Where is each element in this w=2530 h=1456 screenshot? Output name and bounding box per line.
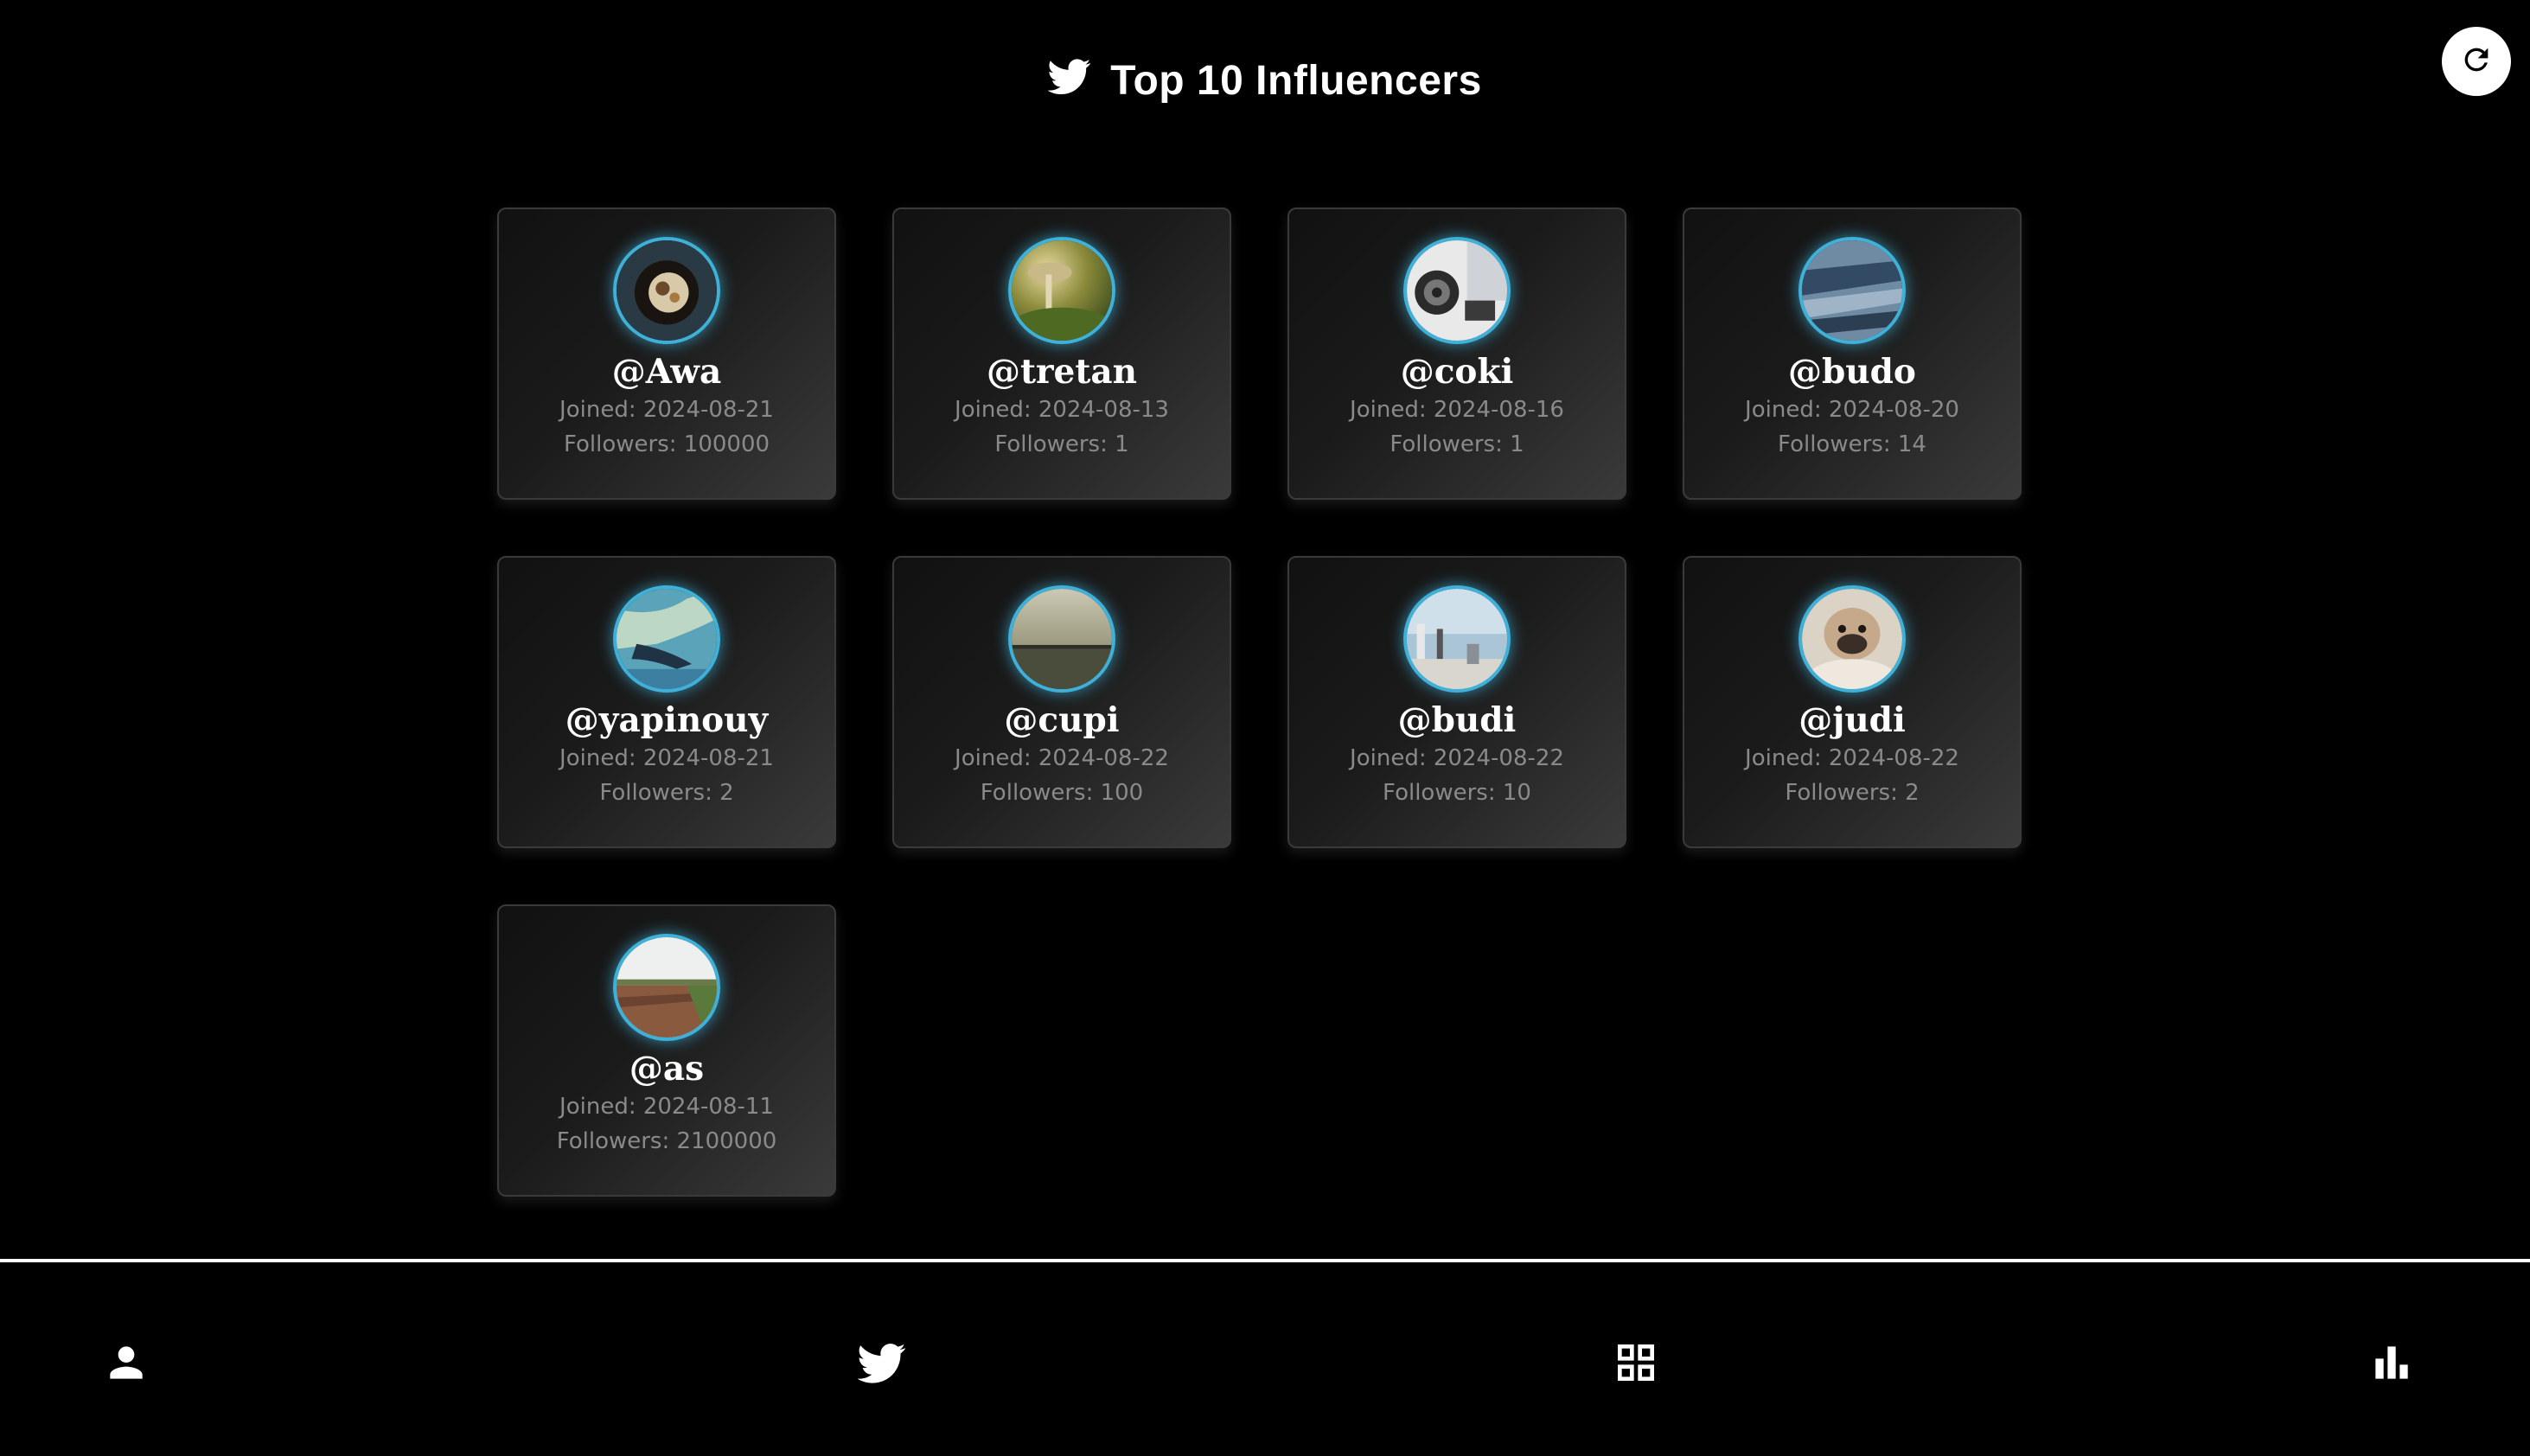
avatar: [613, 237, 720, 344]
nav-dashboard-button[interactable]: [1610, 1338, 1662, 1390]
page-header: Top 10 Influencers: [0, 45, 2530, 107]
followers-count: Followers: 100: [980, 780, 1144, 806]
influencer-handle: @judi: [1798, 700, 1906, 740]
followers-count: Followers: 2: [1785, 780, 1920, 806]
influencer-card[interactable]: @coki Joined: 2024-08-16 Followers: 1: [1287, 208, 1626, 500]
followers-count: Followers: 14: [1778, 431, 1926, 457]
joined-date: Joined: 2024-08-21: [559, 745, 774, 771]
influencer-handle: @cupi: [1004, 700, 1120, 740]
followers-count: Followers: 2: [599, 780, 734, 806]
influencer-card[interactable]: @budi Joined: 2024-08-22 Followers: 10: [1287, 556, 1626, 848]
influencer-card[interactable]: @judi Joined: 2024-08-22 Followers: 2: [1683, 556, 2022, 848]
page-title: Top 10 Influencers: [1110, 57, 1482, 104]
refresh-button[interactable]: [2442, 27, 2511, 96]
influencer-card[interactable]: @yapinouy Joined: 2024-08-21 Followers: …: [497, 556, 836, 848]
avatar: [613, 585, 720, 693]
influencer-card[interactable]: @tretan Joined: 2024-08-13 Followers: 1: [892, 208, 1231, 500]
avatar: [1798, 585, 1906, 693]
followers-count: Followers: 1: [1390, 431, 1524, 457]
influencer-grid: @Awa Joined: 2024-08-21 Followers: 10000…: [497, 208, 2023, 1197]
joined-date: Joined: 2024-08-22: [955, 745, 1169, 771]
person-icon: [102, 1338, 150, 1391]
influencer-handle: @budo: [1788, 352, 1916, 392]
joined-date: Joined: 2024-08-21: [559, 397, 774, 423]
twitter-bird-icon: [1047, 54, 1091, 98]
followers-count: Followers: 10: [1383, 780, 1531, 806]
nav-stats-button[interactable]: [2366, 1338, 2418, 1390]
avatar: [1798, 237, 1906, 344]
bottom-nav: [0, 1262, 2530, 1456]
avatar: [1403, 237, 1511, 344]
joined-date: Joined: 2024-08-22: [1350, 745, 1564, 771]
followers-count: Followers: 2100000: [556, 1128, 777, 1154]
influencer-handle: @tretan: [986, 352, 1137, 392]
nav-tweets-button[interactable]: [856, 1338, 908, 1390]
twitter-bird-icon: [857, 1338, 906, 1391]
influencer-card[interactable]: @as Joined: 2024-08-11 Followers: 210000…: [497, 904, 836, 1197]
influencer-card[interactable]: @Awa Joined: 2024-08-21 Followers: 10000…: [497, 208, 836, 500]
followers-count: Followers: 1: [994, 431, 1129, 457]
grid-icon: [1612, 1338, 1660, 1391]
avatar: [613, 934, 720, 1041]
influencer-handle: @Awa: [611, 352, 722, 392]
joined-date: Joined: 2024-08-16: [1350, 397, 1564, 423]
influencer-handle: @coki: [1400, 352, 1514, 392]
joined-date: Joined: 2024-08-20: [1745, 397, 1959, 423]
avatar: [1008, 237, 1115, 344]
influencer-card[interactable]: @budo Joined: 2024-08-20 Followers: 14: [1683, 208, 2022, 500]
app-page: Top 10 Influencers @Awa Joined: 2024-08-…: [0, 0, 2530, 1456]
bar-chart-icon: [2367, 1338, 2416, 1391]
influencer-handle: @yapinouy: [565, 700, 769, 740]
joined-date: Joined: 2024-08-11: [559, 1094, 774, 1120]
avatar: [1008, 585, 1115, 693]
nav-profile-button[interactable]: [100, 1338, 152, 1390]
followers-count: Followers: 100000: [563, 431, 770, 457]
refresh-icon: [2459, 42, 2494, 81]
influencer-handle: @budi: [1397, 700, 1517, 740]
avatar: [1403, 585, 1511, 693]
joined-date: Joined: 2024-08-22: [1745, 745, 1959, 771]
joined-date: Joined: 2024-08-13: [955, 397, 1169, 423]
influencer-handle: @as: [629, 1049, 705, 1089]
influencer-card[interactable]: @cupi Joined: 2024-08-22 Followers: 100: [892, 556, 1231, 848]
